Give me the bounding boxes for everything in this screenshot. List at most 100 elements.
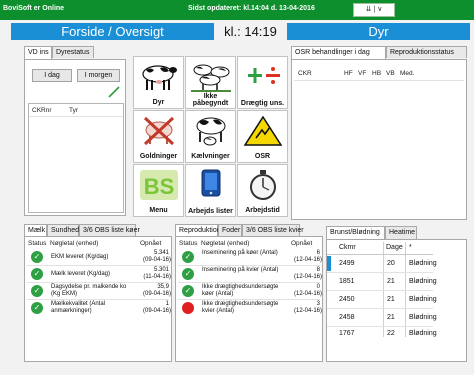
col-status: Status — [28, 240, 47, 247]
cow-icon — [142, 65, 177, 90]
tab-osr-behandlinger[interactable]: OSR behandlinger i dag — [291, 46, 386, 59]
vd-panel-body: I dag I morgen CKRnr Tyr — [24, 59, 126, 216]
col-vb: VB — [386, 70, 395, 77]
check-icon: ✓ — [31, 268, 43, 280]
kpi-name: Inseminering på køer (Antal) — [202, 250, 278, 256]
tile-menu[interactable]: BS Menu — [133, 164, 184, 217]
tile-goldninger[interactable]: Goldninger — [133, 110, 184, 163]
plus-divide-icon — [248, 67, 280, 84]
kpi-row[interactable]: ✓ Inseminering på kvier (Antal) 8 (12-04… — [176, 266, 322, 282]
tile-ikke-pabegyndt[interactable]: Ikke påbegyndt — [185, 56, 236, 109]
herd-icon — [191, 64, 231, 92]
window-control[interactable]: ⇊ | ∨ — [353, 3, 395, 17]
brunst-row[interactable]: 1851 21 Blødning — [327, 273, 437, 290]
kpi-value: 35,9 — [157, 284, 169, 290]
col-noegletal: Nøgletal (enhed) — [201, 240, 250, 247]
col-med: Med. — [400, 70, 415, 77]
brunst-row[interactable]: 2458 21 Blødning — [327, 309, 437, 326]
tile-draegtig-uns[interactable]: Drægtig uns. — [237, 56, 288, 109]
header-divider — [294, 80, 464, 81]
col-ckr: CKR — [298, 70, 312, 77]
check-icon: ✓ — [31, 285, 43, 297]
tab-vd-ins[interactable]: VD ins — [24, 46, 52, 59]
check-icon: ✓ — [31, 302, 43, 314]
tile-label: Ikke påbegyndt — [192, 93, 229, 107]
kpi-date: (12-04-16) — [293, 257, 322, 263]
brunst-table: Ckmr Dage * 2499 20 Blødning 1851 21 Blø… — [327, 240, 437, 340]
tile-label: Goldninger — [139, 153, 178, 160]
status-value: Blødning — [409, 314, 437, 321]
kpi-value: 5.301 — [153, 267, 169, 273]
top-status-bar: BoviSoft er Online Sidst opdateret: kl.1… — [0, 0, 474, 20]
tab-sundhed[interactable]: Sundhed — [47, 224, 79, 236]
osr-panel: OSR behandlinger i dag Reproduktionsstat… — [291, 46, 467, 220]
edit-icon[interactable] — [107, 86, 121, 98]
tab-reproduktionsstatus[interactable]: Reproduktionsstatus — [386, 46, 467, 58]
tab-brunst-bloedning[interactable]: Brunst/Blødning — [326, 226, 385, 239]
kpi-row[interactable]: ✓ Inseminering på køer (Antal) 6 (12-04-… — [176, 249, 322, 265]
tile-arbejdstid[interactable]: Arbejdstid — [237, 164, 288, 217]
kpi-value: 1 — [165, 301, 169, 307]
kpi-name: Mælk leveret (Kg/dag) — [51, 271, 111, 277]
kpi-name: Ikke drægtighedsundersøgte kvier (Antal) — [202, 301, 279, 314]
kpi-row[interactable]: ✓ EKM leveret (Kg/dag) 5.341 (09-04-16) — [25, 249, 171, 265]
check-icon: ✓ — [182, 285, 194, 297]
tile-arbejds-lister[interactable]: Arbejds lister — [185, 164, 236, 217]
page-title-overview[interactable]: Forside / Oversigt — [11, 23, 214, 40]
brunst-panel: Brunst/Blødning Heatime Ckmr Dage * 2499… — [326, 226, 467, 362]
kpi-name: EKM leveret (Kg/dag) — [51, 254, 109, 260]
tomorrow-button[interactable]: I morgen — [77, 69, 120, 82]
row-selected-marker — [327, 256, 331, 271]
tab-obs-koer[interactable]: 3/6 OBS liste køer — [79, 224, 140, 236]
clock-display: kl.: 14:19 — [224, 24, 277, 39]
last-updated-text: Sidst opdateret: kl.14:04 d. 13-04-2016 — [188, 5, 315, 12]
tile-kaelvninger[interactable]: Kælvninger — [185, 110, 236, 163]
tab-obs-kvier[interactable]: 3/6 OBS liste kvier — [242, 224, 304, 236]
tile-label: Arbejdstid — [245, 207, 280, 214]
ckr-value: 2458 — [339, 314, 355, 321]
col-vf: VF — [358, 70, 367, 77]
ckr-value: 2450 — [339, 296, 355, 303]
kpi-date: (12-04-16) — [293, 308, 322, 314]
dage-value: 21 — [387, 314, 395, 321]
kpi-date: (09-04-16) — [142, 291, 171, 297]
kpi-value: 0 — [316, 284, 320, 290]
tile-label: Kælvninger — [191, 153, 230, 160]
col-opnaaet: Opnået — [291, 240, 313, 247]
brunst-row[interactable]: 2450 21 Blødning — [327, 291, 437, 308]
kpi-row[interactable]: ✓ Dagsydelse pr. malkende ko (Kg EKM) 35… — [25, 283, 171, 299]
kpi-row[interactable]: ✓ Mælk leveret (Kg/dag) 5.301 (11-04-16) — [25, 266, 171, 282]
status-value: Blødning — [409, 260, 437, 267]
vd-panel: VD ins Dyrestatus I dag I morgen CKRnr T… — [24, 46, 126, 216]
dage-value: 20 — [387, 260, 395, 267]
tile-dyr[interactable]: Dyr — [133, 56, 184, 109]
kpi-row[interactable]: ✓ Mælkekvalitet (Antal anmærkninger) 1 (… — [25, 300, 171, 316]
repro-kpi-panel: Reproduktion Foder 3/6 OBS liste kvier S… — [175, 224, 323, 362]
warning-icon — [243, 115, 283, 146]
tile-osr[interactable]: OSR — [237, 110, 288, 163]
repro-kpi-body: Status Nøgletal (enhed) Opnået ✓ Insemin… — [175, 236, 323, 362]
kpi-name: Inseminering på kvier (Antal) — [202, 267, 279, 273]
kpi-name: Ikke drægtighedsundersøgte køer (Antal) — [202, 284, 279, 297]
tab-dyrestatus[interactable]: Dyrestatus — [52, 46, 94, 58]
brunst-row[interactable]: 2499 20 Blødning — [327, 255, 437, 272]
col-dage: Dage — [386, 244, 403, 251]
alert-dot-icon — [182, 302, 194, 314]
svg-text:BS: BS — [144, 174, 175, 199]
kpi-row[interactable]: Ikke drægtighedsundersøgte kvier (Antal)… — [176, 300, 322, 316]
today-button[interactable]: I dag — [32, 69, 72, 82]
col-ckmr: Ckmr — [339, 244, 356, 251]
kpi-value: 3 — [316, 301, 320, 307]
check-icon: ✓ — [182, 251, 194, 263]
kpi-row[interactable]: ✓ Ikke drægtighedsundersøgte køer (Antal… — [176, 283, 322, 299]
brunst-row[interactable]: 1767 22 Blødning — [327, 327, 437, 340]
kpi-name: Mælkekvalitet (Antal anmærkninger) — [51, 301, 106, 314]
tab-foder[interactable]: Foder — [218, 224, 242, 236]
ckr-value: 1851 — [339, 278, 355, 285]
col-hf: HF — [344, 70, 353, 77]
animals-title-button[interactable]: Dyr — [287, 23, 470, 40]
tab-heatime[interactable]: Heatime — [385, 226, 417, 239]
osr-panel-body: CKR HF VF HB VB Med. — [291, 59, 467, 220]
dage-value: 21 — [387, 278, 395, 285]
header-divider — [29, 116, 123, 117]
